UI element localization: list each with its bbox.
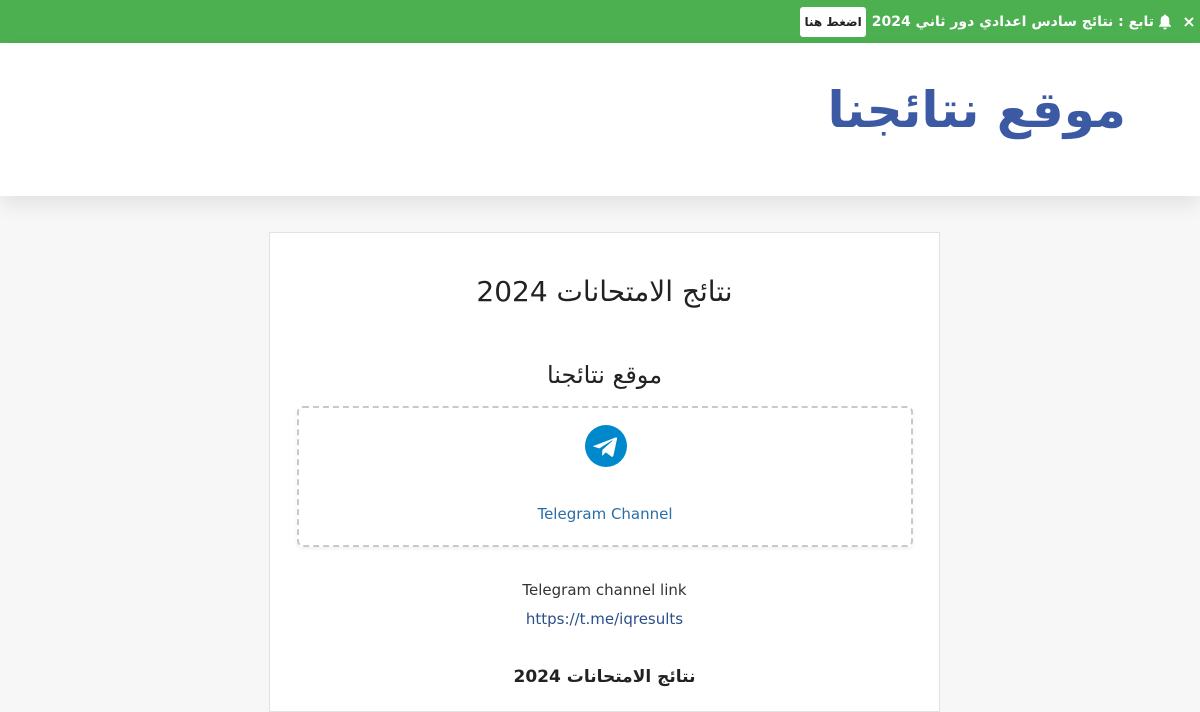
site-header: موقع نتائجنا (0, 43, 1200, 196)
site-title[interactable]: موقع نتائجنا (827, 81, 1126, 139)
click-here-button[interactable]: اضغط هنا (800, 6, 866, 37)
notification-bar: اضغط هنا تابع : نتائج سادس اعدادي دور ثا… (0, 0, 1200, 43)
telegram-icon[interactable] (585, 425, 627, 467)
telegram-url-link[interactable]: https://t.me/iqresults (270, 610, 939, 628)
notification-message[interactable]: تابع : نتائج سادس اعدادي دور ثاني 2024 (872, 14, 1154, 30)
page-heading: نتائج الامتحانات 2024 (476, 275, 733, 308)
close-icon[interactable]: × (1182, 12, 1196, 31)
page-subheading: موقع نتائجنا (546, 361, 663, 389)
content-card: نتائج الامتحانات 2024 موقع نتائجنا Teleg… (269, 232, 940, 712)
section-heading: نتائج الامتحانات 2024 (513, 667, 696, 687)
telegram-link-caption: Telegram channel link (522, 581, 687, 599)
bell-icon (1159, 14, 1171, 29)
telegram-channel-link[interactable]: Telegram Channel (299, 505, 911, 523)
telegram-channel-box[interactable]: Telegram Channel (297, 406, 913, 547)
